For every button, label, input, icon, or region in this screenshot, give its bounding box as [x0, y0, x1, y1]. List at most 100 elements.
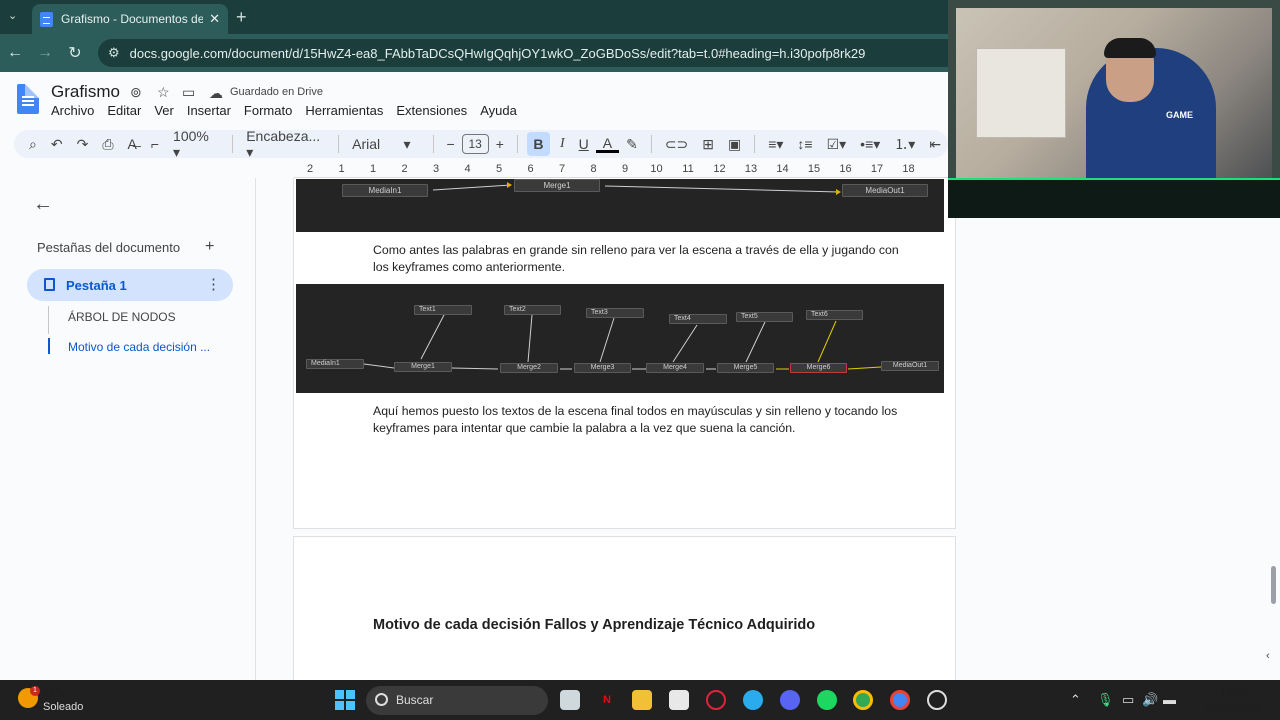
text-color-button[interactable]: A	[595, 136, 620, 153]
chrome-profile-icon[interactable]	[853, 690, 873, 710]
increase-font-size-icon[interactable]: +	[489, 136, 511, 152]
move-folder-icon[interactable]: ▭	[182, 84, 195, 101]
search-menus-icon[interactable]: ⌕	[22, 136, 44, 153]
document-tab-item[interactable]	[27, 269, 233, 301]
underline-button[interactable]: U	[572, 136, 596, 152]
address-bar[interactable]: ⚙ docs.google.com/document/d/15HwZ4-ea8_…	[98, 39, 1038, 67]
node-text: Text1	[414, 305, 472, 315]
document-tab-label[interactable]: Pestaña 1	[66, 278, 127, 293]
menu-extensiones[interactable]: Extensiones	[396, 103, 467, 118]
telegram-icon[interactable]	[743, 690, 763, 710]
align-icon[interactable]: ≡▾	[761, 136, 790, 153]
decrease-indent-icon[interactable]: ⇤	[922, 136, 948, 153]
insert-image-icon[interactable]: ▣	[721, 136, 748, 153]
clock-time[interactable]: 18:04	[1220, 687, 1248, 699]
tab-search-icon[interactable]: ⌄	[8, 9, 17, 22]
node-merge: Merge3	[574, 363, 631, 373]
weather-description[interactable]: Soleado	[43, 701, 83, 713]
document-page[interactable]	[293, 536, 956, 686]
paint-format-icon[interactable]: ⌐	[144, 136, 166, 152]
outline-heading-arbol[interactable]: ÁRBOL DE NODOS	[68, 310, 176, 324]
taskbar-search[interactable]: Buscar	[366, 686, 548, 715]
close-tab-icon[interactable]: ✕	[209, 11, 220, 27]
star-icon[interactable]: ☆	[157, 84, 170, 101]
battery-icon[interactable]: ▬	[1163, 692, 1176, 707]
outline-heading-motivo[interactable]: Motivo de cada decisión ...	[68, 340, 210, 354]
menu-ver[interactable]: Ver	[154, 103, 174, 118]
paragraph[interactable]: Aquí hemos puesto los textos de la escen…	[373, 403, 903, 436]
ruler-tick: 2	[401, 163, 408, 175]
menu-archivo[interactable]: Archivo	[51, 103, 94, 118]
security-icon[interactable]: ⊚	[130, 84, 142, 101]
app-icon[interactable]	[927, 690, 947, 710]
toolbar-divider	[232, 135, 234, 153]
paragraph[interactable]: Como antes las palabras en grande sin re…	[373, 242, 903, 275]
node-merge: Merge5	[717, 363, 774, 373]
line-spacing-icon[interactable]: ↕≡	[790, 136, 819, 152]
document-title[interactable]: Grafismo	[51, 82, 120, 102]
redo-icon[interactable]: ↷	[70, 136, 96, 153]
browser-tab-active[interactable]: Grafismo - Documentos de Goo ✕	[32, 4, 228, 34]
docs-favicon-icon	[40, 11, 53, 27]
netflix-icon[interactable]: N	[597, 690, 617, 710]
scrollbar-thumb[interactable]	[1271, 566, 1276, 604]
tray-overflow-icon[interactable]: ⌃	[1070, 692, 1081, 708]
weather-temperature[interactable]: 19°C	[43, 687, 68, 699]
close-outline-icon[interactable]: ←	[33, 193, 53, 216]
italic-button[interactable]: I	[553, 136, 572, 152]
reload-button[interactable]: ↻	[60, 43, 90, 63]
menu-insertar[interactable]: Insertar	[187, 103, 231, 118]
clock-date[interactable]: 01/03/2026	[1206, 702, 1261, 714]
chrome-icon[interactable]	[890, 690, 910, 710]
menu-editar[interactable]: Editar	[107, 103, 141, 118]
task-view-icon[interactable]	[560, 690, 580, 710]
zoom-select[interactable]: 100% ▾	[166, 128, 226, 161]
ruler-tick: 11	[682, 163, 694, 175]
tab-options-icon[interactable]: ⋮	[206, 275, 221, 293]
search-icon	[375, 693, 388, 706]
docs-logo-icon[interactable]	[17, 84, 39, 114]
numbered-list-icon[interactable]: ⒈▾	[887, 134, 922, 154]
node-merge: Merge1	[394, 362, 452, 372]
font-size-input[interactable]: 13	[461, 134, 489, 154]
webcam-hair	[1104, 38, 1156, 58]
add-comment-icon[interactable]: ⊞	[695, 136, 721, 153]
menu-herramientas[interactable]: Herramientas	[305, 103, 383, 118]
spellcheck-icon[interactable]: A̶	[121, 136, 144, 152]
back-button[interactable]: ←	[0, 44, 30, 62]
forward-button[interactable]: →	[30, 44, 60, 62]
decrease-font-size-icon[interactable]: −	[439, 136, 461, 152]
discord-icon[interactable]	[780, 690, 800, 710]
paragraph-style-select[interactable]: Encabeza... ▾	[239, 128, 332, 161]
menu-ayuda[interactable]: Ayuda	[480, 103, 517, 118]
add-tab-button[interactable]: +	[205, 238, 214, 256]
weather-badge: 1	[30, 686, 40, 696]
node-text: Text6	[806, 310, 863, 320]
undo-icon[interactable]: ↶	[44, 136, 70, 153]
start-button[interactable]	[335, 690, 355, 710]
ruler[interactable]: 2 1 1 2 3 4 5 6 7 8 9 10 11 12 13 14 15 16 17 18	[294, 160, 948, 178]
ruler-tick: 1	[338, 163, 345, 175]
snipping-tool-icon[interactable]	[669, 690, 689, 710]
bulleted-list-icon[interactable]: •≡▾	[853, 136, 887, 153]
file-explorer-icon[interactable]	[632, 690, 652, 710]
network-icon[interactable]: ▭	[1122, 692, 1134, 708]
ruler-tick: 15	[807, 163, 821, 175]
show-side-panel-icon[interactable]: ‹	[1266, 650, 1270, 662]
bold-button[interactable]: B	[526, 132, 550, 156]
new-tab-button[interactable]: +	[236, 7, 247, 28]
node-text: Text2	[504, 305, 561, 315]
microphone-icon[interactable]: 🎙	[1097, 692, 1114, 708]
font-select[interactable]: Arial ▾	[345, 136, 426, 153]
volume-icon[interactable]: 🔊	[1142, 692, 1158, 708]
document-heading[interactable]: Motivo de cada decisión Fallos y Aprendi…	[373, 617, 815, 633]
checklist-icon[interactable]: ☑▾	[820, 136, 854, 153]
spotify-icon[interactable]	[817, 690, 837, 710]
insert-link-icon[interactable]: ⊂⊃	[658, 136, 695, 153]
print-icon[interactable]: ⎙	[95, 136, 120, 153]
site-info-icon[interactable]: ⚙	[108, 45, 120, 61]
highlight-color-icon[interactable]: ✎	[619, 136, 645, 153]
menu-formato[interactable]: Formato	[244, 103, 292, 118]
ruler-tick: 7	[558, 163, 566, 175]
opera-gx-icon[interactable]	[706, 690, 726, 710]
